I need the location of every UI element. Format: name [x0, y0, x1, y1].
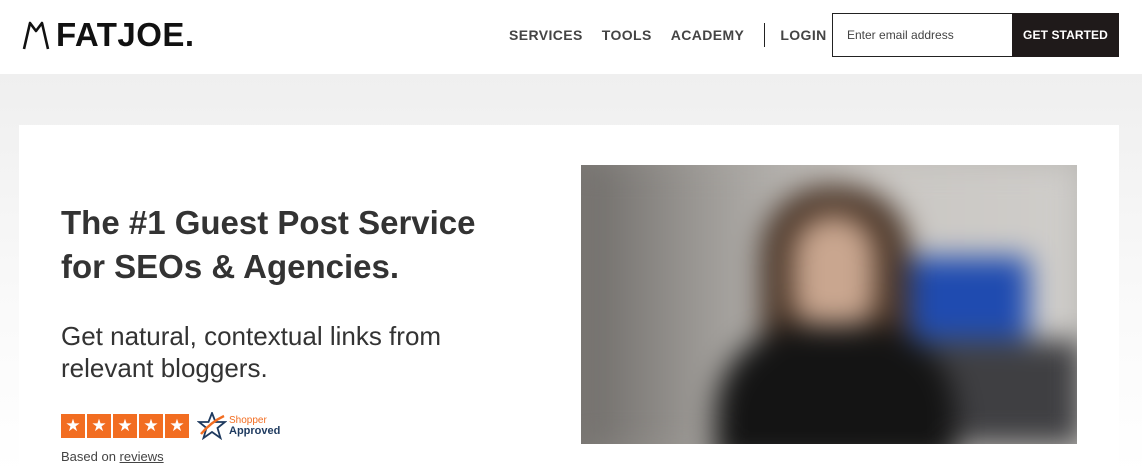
subhead-line-2: relevant bloggers.: [61, 353, 268, 383]
hero-video[interactable]: [581, 165, 1077, 444]
star-icon: ★: [61, 414, 85, 438]
shopper-approved-badge[interactable]: Shopper Approved: [197, 412, 280, 440]
shopper-approved-star-icon: [197, 412, 227, 440]
email-input[interactable]: [832, 13, 1012, 57]
fatjoe-logo[interactable]: FATJOE.: [22, 17, 195, 53]
get-started-button[interactable]: GET STARTED: [1012, 13, 1119, 57]
nav-tools[interactable]: TOOLS: [602, 27, 652, 43]
subhead-line-1: Get natural, contextual links from: [61, 321, 442, 351]
rating-widget[interactable]: ★ ★ ★ ★ ★ Shopper Approved: [61, 412, 280, 440]
reviews-note: Based on reviews: [61, 449, 164, 464]
star-icon: ★: [113, 414, 137, 438]
nav-academy[interactable]: ACADEMY: [671, 27, 745, 43]
main-nav: SERVICES TOOLS ACADEMY LOGIN: [509, 23, 846, 47]
reviews-link[interactable]: reviews: [120, 449, 164, 464]
headline-line-1: The #1 Guest Post Service: [61, 204, 476, 241]
star-icon: ★: [139, 414, 163, 438]
based-on-text: Based on: [61, 449, 120, 464]
video-thumbnail: [581, 165, 1077, 444]
star-rating: ★ ★ ★ ★ ★: [61, 414, 191, 438]
star-icon: ★: [165, 414, 189, 438]
nav-divider: [764, 23, 766, 47]
badge-approved-text: Approved: [229, 425, 281, 437]
star-icon: ★: [87, 414, 111, 438]
signup-form: GET STARTED: [832, 13, 1119, 57]
hero-headline: The #1 Guest Post Service for SEOs & Age…: [61, 201, 561, 289]
headline-line-2: for SEOs & Agencies.: [61, 248, 400, 285]
logo-text: FATJOE.: [56, 16, 195, 53]
nav-services[interactable]: SERVICES: [509, 27, 583, 43]
site-header: FATJOE. SERVICES TOOLS ACADEMY LOGIN GET…: [0, 0, 1142, 74]
hero-subheading: Get natural, contextual links from relev…: [61, 320, 541, 384]
cat-ears-icon: [22, 21, 50, 50]
login-link[interactable]: LOGIN: [780, 27, 826, 43]
